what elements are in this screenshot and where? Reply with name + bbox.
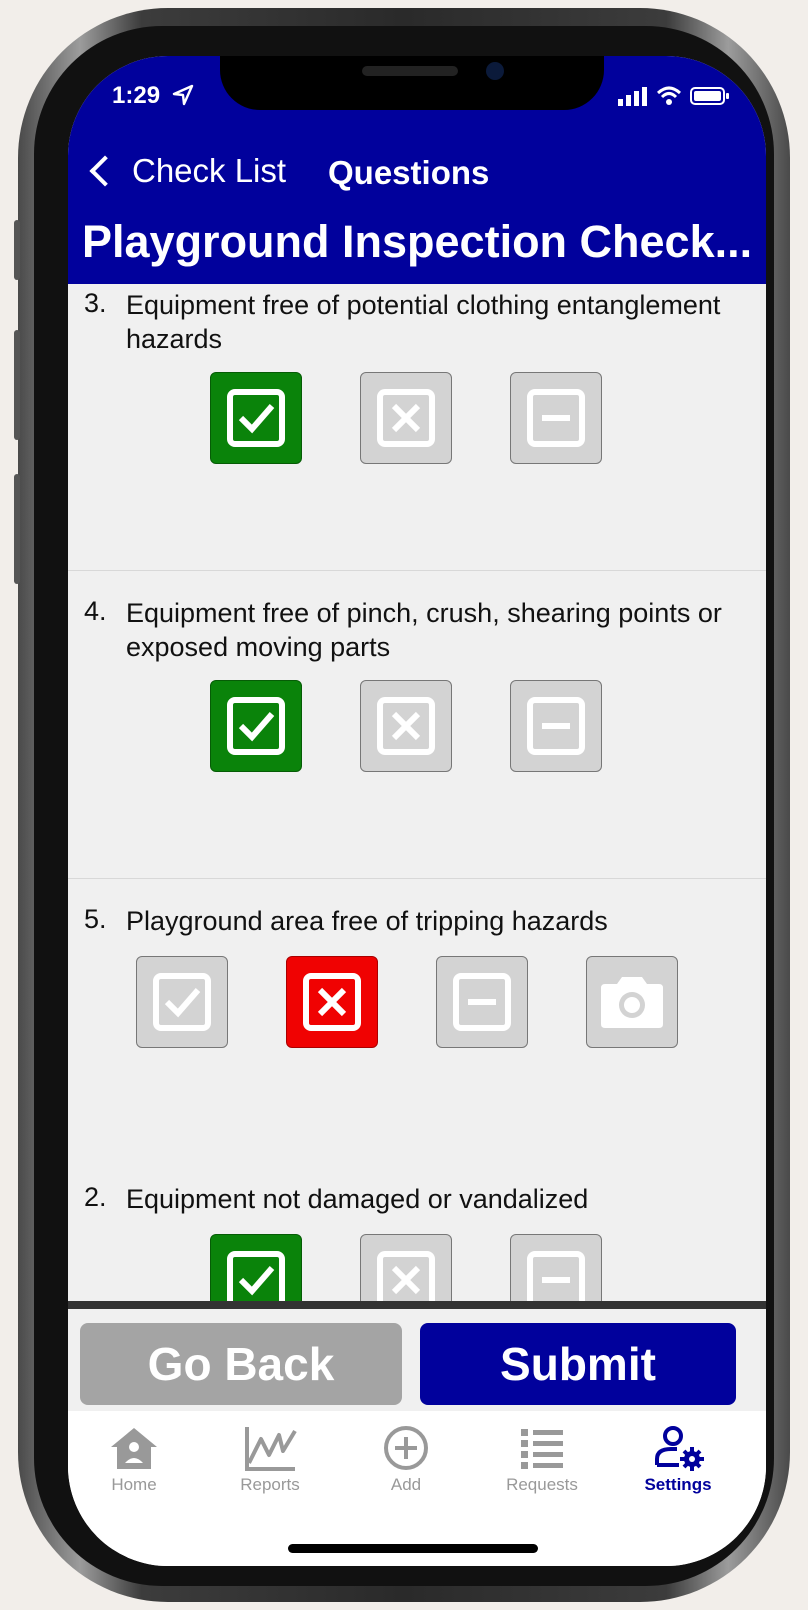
not-applicable-button[interactable]	[436, 956, 528, 1048]
tab-label: Requests	[506, 1475, 578, 1494]
minus-box-icon	[527, 389, 585, 447]
minus-box-icon	[453, 973, 511, 1031]
x-box-icon	[377, 1251, 435, 1301]
front-camera	[486, 62, 504, 80]
battery-icon	[690, 87, 729, 105]
pass-button[interactable]	[210, 1234, 302, 1301]
signal-icon	[618, 87, 647, 106]
question-text: Playground area free of tripping hazards	[126, 906, 608, 936]
fail-button[interactable]	[360, 372, 452, 464]
question-number: 2.	[84, 1182, 107, 1212]
not-applicable-button[interactable]	[510, 680, 602, 772]
tab-label: Reports	[240, 1475, 300, 1494]
back-button-label: Check List	[132, 152, 287, 189]
chevron-left-icon	[89, 155, 121, 187]
action-button-row: Go Back Submit	[68, 1309, 766, 1411]
x-box-icon	[377, 389, 435, 447]
fail-button[interactable]	[360, 1234, 452, 1301]
tab-bar: Home Reports Add Requests Settings	[68, 1411, 766, 1566]
check-box-icon	[227, 389, 285, 447]
home-indicator	[288, 1544, 538, 1553]
footer-divider	[68, 1301, 766, 1309]
back-button[interactable]: Check List	[86, 152, 286, 190]
not-applicable-button[interactable]	[510, 1234, 602, 1301]
question-item: 2. Equipment not damaged or vandalized	[68, 1170, 766, 1301]
status-icons	[618, 86, 730, 106]
question-item: 5. Playground area free of tripping haza…	[68, 880, 766, 1170]
speaker	[362, 66, 458, 76]
x-box-icon	[377, 697, 435, 755]
app-screen: 1:29 Check List Questions Playground Ins…	[68, 56, 766, 1566]
question-list[interactable]: 3. Equipment free of potential clothing …	[68, 284, 766, 1301]
fail-button[interactable]	[360, 680, 452, 772]
volume-up-button	[14, 330, 20, 440]
minus-box-icon	[527, 1251, 585, 1301]
app-header: 1:29 Check List Questions Playground Ins…	[68, 56, 766, 284]
add-photo-button[interactable]	[586, 956, 678, 1048]
question-item: 3. Equipment free of potential clothing …	[68, 284, 766, 571]
question-text: Equipment free of pinch, crush, shearing…	[126, 598, 722, 662]
go-back-button[interactable]: Go Back	[80, 1323, 402, 1405]
question-text: Equipment free of potential clothing ent…	[126, 290, 721, 354]
notch	[220, 56, 604, 110]
submit-button[interactable]: Submit	[420, 1323, 736, 1405]
tab-add[interactable]: Add	[346, 1425, 466, 1495]
user-settings-icon	[655, 1426, 704, 1471]
question-number: 4.	[84, 596, 107, 626]
tab-home[interactable]: Home	[74, 1425, 194, 1495]
tab-reports[interactable]: Reports	[210, 1425, 330, 1495]
camera-icon	[601, 977, 663, 1028]
add-circle-icon	[384, 1426, 428, 1470]
pass-button[interactable]	[136, 956, 228, 1048]
tab-settings[interactable]: Settings	[618, 1425, 738, 1495]
nav-title: Questions	[328, 154, 490, 191]
reports-chart-icon	[245, 1427, 297, 1471]
fail-button[interactable]	[286, 956, 378, 1048]
question-number: 3.	[84, 288, 107, 318]
home-icon	[111, 1428, 157, 1469]
navigation-bar: Check List Questions	[68, 152, 766, 202]
volume-down-button	[14, 474, 20, 584]
not-applicable-button[interactable]	[510, 372, 602, 464]
page-title: Playground Inspection Check...	[82, 216, 753, 267]
check-box-icon	[227, 697, 285, 755]
tab-requests[interactable]: Requests	[482, 1425, 602, 1495]
question-number: 5.	[84, 904, 107, 934]
tab-label: Home	[111, 1475, 157, 1494]
list-icon	[521, 1429, 563, 1469]
check-box-icon	[153, 973, 211, 1031]
tab-label: Add	[390, 1475, 422, 1494]
tab-label: Settings	[644, 1475, 712, 1494]
x-box-icon	[303, 973, 361, 1031]
pass-button[interactable]	[210, 680, 302, 772]
check-box-icon	[227, 1251, 285, 1301]
question-text: Equipment not damaged or vandalized	[126, 1184, 589, 1214]
status-time: 1:29	[112, 82, 161, 109]
mute-switch	[14, 220, 20, 280]
wifi-icon	[656, 86, 682, 105]
pass-button[interactable]	[210, 372, 302, 464]
question-item: 4. Equipment free of pinch, crush, shear…	[68, 572, 766, 879]
location-arrow-icon	[172, 84, 194, 106]
minus-box-icon	[527, 697, 585, 755]
